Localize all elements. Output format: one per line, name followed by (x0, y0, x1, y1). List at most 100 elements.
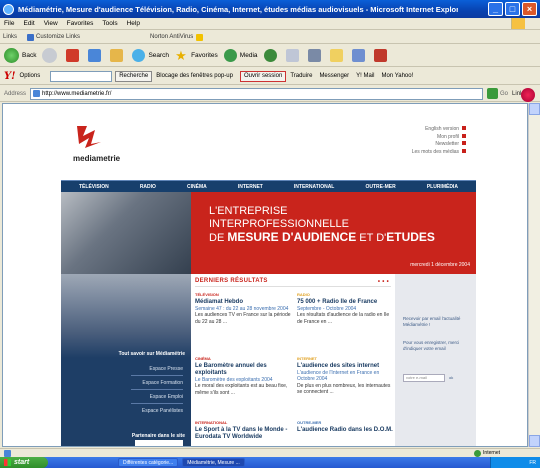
mail-icon (285, 49, 299, 62)
open-session-button[interactable]: Ouvrir session (239, 70, 287, 82)
media-label: Media (239, 52, 258, 59)
scroll-down-icon[interactable] (529, 435, 540, 447)
email-field[interactable]: votre e-mail (403, 374, 445, 382)
refresh-button[interactable] (88, 49, 104, 62)
result-card[interactable]: OUTRE-MER L'audience Radio dans les D.O.… (297, 420, 393, 434)
partners-select[interactable] (135, 440, 183, 446)
result-card[interactable]: INTERNET L'audience des sites internet L… (297, 356, 393, 396)
stop-button[interactable] (66, 49, 82, 62)
back-button[interactable]: Back (4, 48, 36, 63)
translate-button[interactable]: Traduire (290, 73, 312, 79)
taskbar-item[interactable]: Différentes catégorie... (118, 458, 179, 467)
history-button[interactable] (263, 49, 280, 62)
divider (131, 389, 183, 390)
home-button[interactable] (110, 49, 126, 62)
yahoo-logo[interactable]: Y! (4, 71, 16, 82)
nav-internet[interactable]: INTERNET (238, 184, 263, 190)
top-link-glossary[interactable]: Les mots des médias (412, 148, 466, 157)
menu-view[interactable]: View (44, 20, 58, 27)
language-indicator[interactable]: FR (529, 460, 536, 466)
yahoo-options[interactable]: Options (20, 73, 41, 79)
menu-favorites[interactable]: Favorites (67, 20, 94, 27)
go-arrow-icon[interactable] (487, 88, 499, 99)
browser-window: Médiamétrie, Mesure d'audience Télévisio… (0, 0, 540, 468)
newsletter-instructions: Pour vous enregistrer, merci d'indiquer … (403, 340, 460, 351)
vertical-scrollbar[interactable] (528, 103, 540, 447)
minimize-button[interactable]: _ (488, 2, 503, 16)
messenger-toolbar-button[interactable] (373, 49, 390, 62)
menu-tools[interactable]: Tools (102, 20, 117, 27)
card-title[interactable]: L'audience des sites internet (297, 363, 393, 370)
result-card[interactable]: TÉLÉVISION Médiamat Hebdo Semaine 47 : d… (195, 292, 291, 325)
back-arrow-icon (4, 48, 19, 63)
result-card[interactable]: INTERNATIONAL Le Sport à la TV dans le M… (195, 420, 291, 441)
sidebar-heading[interactable]: Tout savoir sur Médiamétrie (67, 351, 185, 357)
address-input[interactable]: http://www.mediametrie.fr/ (30, 87, 484, 100)
refresh-icon (88, 49, 102, 62)
media-button[interactable]: Media (223, 49, 258, 62)
card-title[interactable]: L'audience Radio dans les D.O.M. (297, 427, 393, 434)
yahoo-search-button[interactable]: Recherche (115, 70, 153, 82)
messenger-button[interactable]: Messenger (319, 73, 349, 79)
start-button[interactable]: start (0, 457, 48, 468)
media-icon (223, 49, 237, 62)
nav-cinema[interactable]: CINÉMA (187, 184, 207, 190)
tagline-line1: L'ENTREPRISE (209, 205, 288, 217)
top-link-english[interactable]: English version (412, 126, 466, 134)
my-yahoo-button[interactable]: Mon Yahoo! (381, 73, 413, 79)
card-title[interactable]: Le Sport à la TV dans le Monde - Eurodat… (195, 427, 291, 441)
links-toolbar: Links Customize Links Norton AntiVirus (0, 31, 540, 44)
messenger-label: Messenger (319, 73, 350, 79)
tagline-line3: DE MESURE D'AUDIENCE ET D'ETUDES (209, 231, 476, 245)
result-card[interactable]: CINÉMA Le Baromètre annuel des exploitan… (195, 356, 291, 396)
search-label: Search (148, 52, 170, 59)
sidebar-item-emploi[interactable]: Espace Emploi (150, 394, 183, 400)
nav-outre-mer[interactable]: OUTRE-MER (365, 184, 395, 190)
discuss-button[interactable] (351, 49, 368, 62)
close-button[interactable]: × (522, 2, 537, 16)
top-link-newsletter[interactable]: Newsletter (412, 141, 466, 149)
sidebar-item-presse[interactable]: Espace Presse (149, 366, 183, 372)
nav-plurimedia[interactable]: PLURIMÉDIA (427, 184, 458, 190)
sidebar-item-formation[interactable]: Espace Formation (142, 380, 183, 386)
sidebar-item-panelistes[interactable]: Espace Panélistes (142, 408, 183, 414)
mediametrie-logo[interactable] (73, 124, 105, 150)
nav-radio[interactable]: RADIO (140, 184, 156, 190)
favorites-button[interactable]: ★ Favorites (175, 49, 218, 62)
yahoo-mail-button[interactable]: Y! Mail (356, 73, 374, 79)
top-link-label: English version (425, 126, 459, 132)
nav-television[interactable]: TÉLÉVISION (79, 184, 109, 190)
window-title: Médiamétrie, Mesure d'audience Télévisio… (18, 4, 458, 14)
norton-label: Norton AntiVirus (150, 34, 194, 40)
customize-links[interactable]: Customize Links (27, 33, 80, 41)
maximize-button[interactable]: □ (505, 2, 520, 16)
card-title[interactable]: Le Baromètre annuel des exploitants (195, 363, 291, 377)
menu-edit[interactable]: Edit (23, 20, 34, 27)
more-results-link[interactable]: • • • (378, 279, 389, 285)
status-bar: Internet (0, 448, 540, 457)
system-tray: FR (490, 457, 540, 468)
popup-blocker[interactable]: Blocage des fenêtres pop-up (156, 73, 233, 79)
card-title[interactable]: 75 000 + Radio Ile de France (297, 299, 393, 306)
norton-antivirus[interactable]: Norton AntiVirus (150, 33, 205, 41)
card-title[interactable]: Médiamat Hebdo (195, 299, 291, 306)
hero-tagline: L'ENTREPRISE INTERPROFESSIONNELLE DE MES… (191, 192, 476, 274)
menu-file[interactable]: File (4, 20, 14, 27)
menu-help[interactable]: Help (127, 20, 140, 27)
taskbar-item-active[interactable]: Médiamétrie, Mesure ... (182, 458, 245, 467)
search-button[interactable]: Search (132, 49, 169, 62)
mail-button[interactable] (285, 49, 302, 62)
home-icon (110, 49, 124, 62)
top-link-profile[interactable]: Mon profil (412, 133, 466, 142)
edit-button[interactable] (329, 49, 346, 62)
go-button[interactable]: Go (500, 91, 508, 97)
newsletter-ok-button[interactable]: ok (449, 375, 453, 380)
forward-button[interactable] (42, 48, 60, 63)
title-bar[interactable]: Médiamétrie, Mesure d'audience Télévisio… (0, 0, 540, 18)
scroll-up-icon[interactable] (529, 103, 540, 115)
nav-international[interactable]: INTERNATIONAL (294, 184, 334, 190)
result-card[interactable]: RADIO 75 000 + Radio Ile de France Septe… (297, 292, 393, 325)
print-button[interactable] (307, 49, 324, 62)
yahoo-search-input[interactable] (50, 70, 113, 82)
brand-name[interactable]: mediametrie (73, 154, 120, 163)
